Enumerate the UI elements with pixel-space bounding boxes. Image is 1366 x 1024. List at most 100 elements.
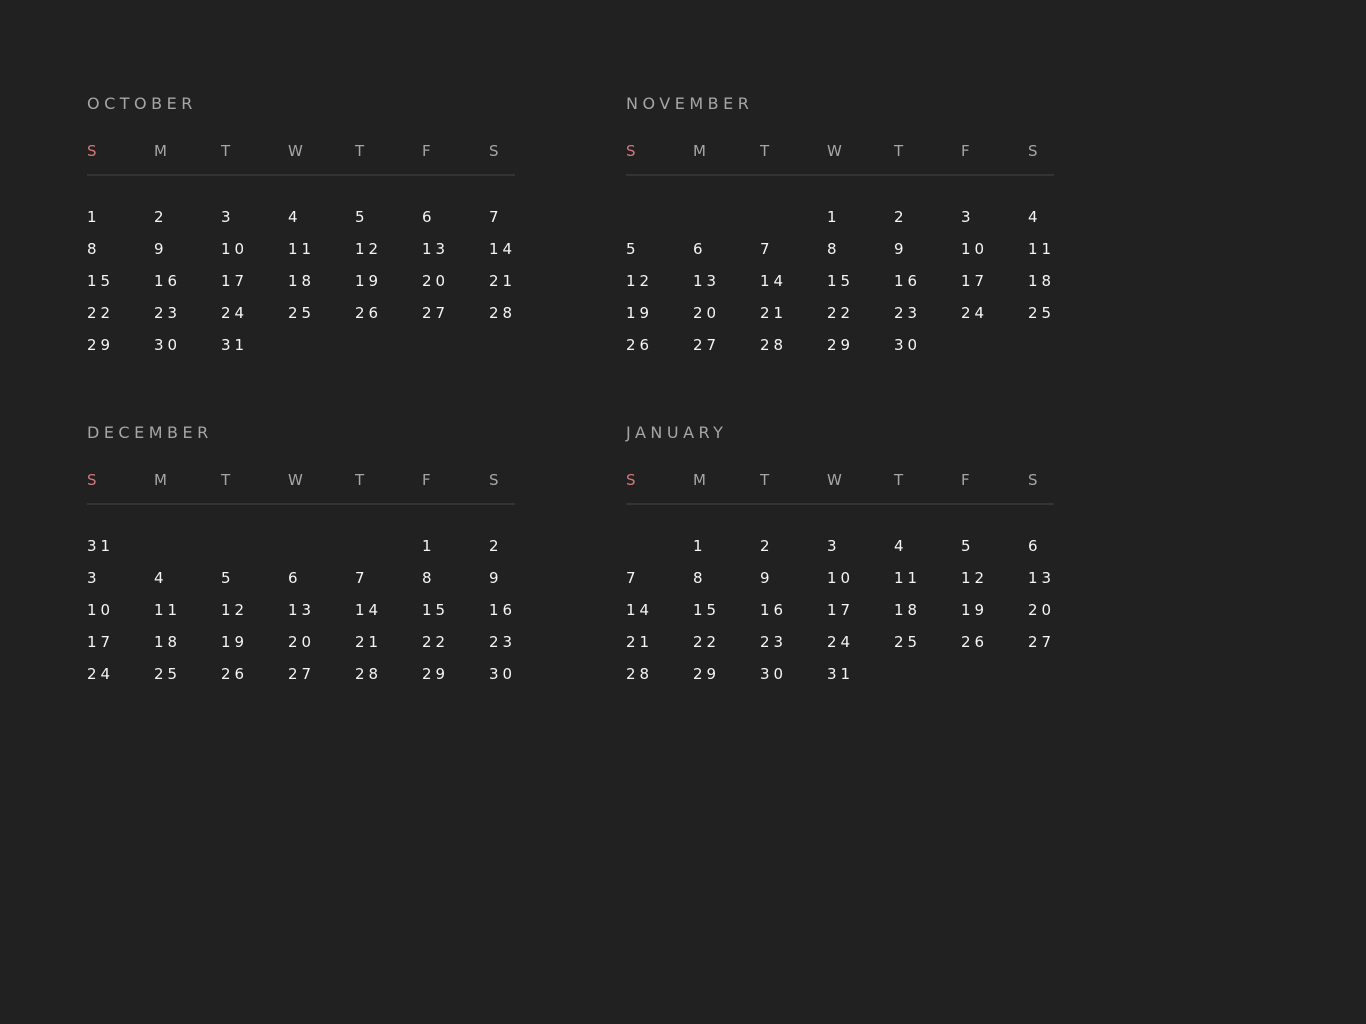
- day-cell[interactable]: 9: [154, 238, 168, 260]
- day-cell[interactable]: 7: [355, 567, 369, 589]
- day-cell[interactable]: 10: [961, 238, 988, 260]
- day-cell[interactable]: 16: [894, 270, 921, 292]
- day-cell[interactable]: 27: [693, 334, 720, 356]
- day-cell[interactable]: 16: [760, 599, 787, 621]
- day-cell[interactable]: 28: [489, 302, 516, 324]
- day-cell[interactable]: 19: [355, 270, 382, 292]
- day-cell[interactable]: 7: [760, 238, 774, 260]
- day-cell[interactable]: 8: [827, 238, 841, 260]
- day-cell[interactable]: 20: [288, 631, 315, 653]
- day-cell[interactable]: 26: [961, 631, 988, 653]
- day-cell[interactable]: 22: [87, 302, 114, 324]
- day-cell[interactable]: 10: [221, 238, 248, 260]
- day-cell[interactable]: 30: [894, 334, 921, 356]
- day-cell[interactable]: 14: [760, 270, 787, 292]
- day-cell[interactable]: 24: [221, 302, 248, 324]
- day-cell[interactable]: 25: [1028, 302, 1055, 324]
- day-cell[interactable]: 4: [154, 567, 168, 589]
- day-cell[interactable]: 5: [961, 535, 975, 557]
- day-cell[interactable]: 17: [827, 599, 854, 621]
- day-cell[interactable]: 7: [626, 567, 640, 589]
- day-cell[interactable]: 29: [422, 663, 449, 685]
- day-cell[interactable]: 24: [87, 663, 114, 685]
- day-cell[interactable]: 24: [961, 302, 988, 324]
- day-cell[interactable]: 27: [1028, 631, 1055, 653]
- day-cell[interactable]: 12: [961, 567, 988, 589]
- day-cell[interactable]: 1: [87, 206, 101, 228]
- day-cell[interactable]: 30: [489, 663, 516, 685]
- day-cell[interactable]: 14: [626, 599, 653, 621]
- day-cell[interactable]: 16: [154, 270, 181, 292]
- day-cell[interactable]: 22: [693, 631, 720, 653]
- day-cell[interactable]: 20: [693, 302, 720, 324]
- day-cell[interactable]: 21: [760, 302, 787, 324]
- day-cell[interactable]: 4: [1028, 206, 1042, 228]
- day-cell[interactable]: 5: [626, 238, 640, 260]
- day-cell[interactable]: 14: [489, 238, 516, 260]
- day-cell[interactable]: 28: [626, 663, 653, 685]
- day-cell[interactable]: 26: [626, 334, 653, 356]
- day-cell[interactable]: 29: [693, 663, 720, 685]
- day-cell[interactable]: 28: [355, 663, 382, 685]
- day-cell[interactable]: 31: [87, 535, 114, 557]
- day-cell[interactable]: 8: [87, 238, 101, 260]
- day-cell[interactable]: 2: [489, 535, 503, 557]
- day-cell[interactable]: 30: [760, 663, 787, 685]
- day-cell[interactable]: 31: [221, 334, 248, 356]
- day-cell[interactable]: 5: [355, 206, 369, 228]
- day-cell[interactable]: 22: [422, 631, 449, 653]
- day-cell[interactable]: 13: [422, 238, 449, 260]
- day-cell[interactable]: 13: [288, 599, 315, 621]
- day-cell[interactable]: 16: [489, 599, 516, 621]
- day-cell[interactable]: 28: [760, 334, 787, 356]
- day-cell[interactable]: 21: [355, 631, 382, 653]
- day-cell[interactable]: 6: [693, 238, 707, 260]
- day-cell[interactable]: 31: [827, 663, 854, 685]
- day-cell[interactable]: 27: [422, 302, 449, 324]
- day-cell[interactable]: 27: [288, 663, 315, 685]
- day-cell[interactable]: 19: [626, 302, 653, 324]
- day-cell[interactable]: 17: [87, 631, 114, 653]
- day-cell[interactable]: 26: [221, 663, 248, 685]
- day-cell[interactable]: 23: [154, 302, 181, 324]
- day-cell[interactable]: 12: [355, 238, 382, 260]
- day-cell[interactable]: 8: [422, 567, 436, 589]
- day-cell[interactable]: 10: [87, 599, 114, 621]
- day-cell[interactable]: 6: [422, 206, 436, 228]
- day-cell[interactable]: 19: [221, 631, 248, 653]
- day-cell[interactable]: 11: [1028, 238, 1055, 260]
- day-cell[interactable]: 4: [288, 206, 302, 228]
- day-cell[interactable]: 18: [288, 270, 315, 292]
- day-cell[interactable]: 30: [154, 334, 181, 356]
- day-cell[interactable]: 15: [87, 270, 114, 292]
- day-cell[interactable]: 3: [961, 206, 975, 228]
- day-cell[interactable]: 25: [288, 302, 315, 324]
- day-cell[interactable]: 19: [961, 599, 988, 621]
- day-cell[interactable]: 29: [87, 334, 114, 356]
- day-cell[interactable]: 14: [355, 599, 382, 621]
- day-cell[interactable]: 21: [489, 270, 516, 292]
- day-cell[interactable]: 15: [422, 599, 449, 621]
- day-cell[interactable]: 12: [626, 270, 653, 292]
- day-cell[interactable]: 9: [760, 567, 774, 589]
- day-cell[interactable]: 8: [693, 567, 707, 589]
- day-cell[interactable]: 3: [827, 535, 841, 557]
- day-cell[interactable]: 12: [221, 599, 248, 621]
- day-cell[interactable]: 11: [154, 599, 181, 621]
- day-cell[interactable]: 10: [827, 567, 854, 589]
- day-cell[interactable]: 18: [154, 631, 181, 653]
- day-cell[interactable]: 15: [827, 270, 854, 292]
- day-cell[interactable]: 23: [760, 631, 787, 653]
- day-cell[interactable]: 11: [894, 567, 921, 589]
- day-cell[interactable]: 18: [894, 599, 921, 621]
- day-cell[interactable]: 13: [1028, 567, 1055, 589]
- day-cell[interactable]: 7: [489, 206, 503, 228]
- day-cell[interactable]: 23: [894, 302, 921, 324]
- day-cell[interactable]: 20: [1028, 599, 1055, 621]
- day-cell[interactable]: 9: [894, 238, 908, 260]
- day-cell[interactable]: 20: [422, 270, 449, 292]
- day-cell[interactable]: 13: [693, 270, 720, 292]
- day-cell[interactable]: 29: [827, 334, 854, 356]
- day-cell[interactable]: 3: [87, 567, 101, 589]
- day-cell[interactable]: 25: [894, 631, 921, 653]
